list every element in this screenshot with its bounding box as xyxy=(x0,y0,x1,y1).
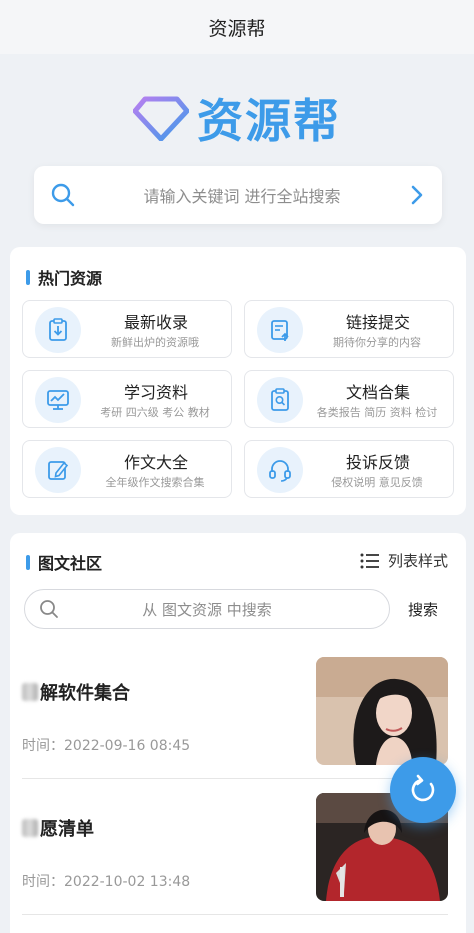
search-placeholder: 请输入关键词 进行全站搜索 xyxy=(143,187,341,206)
logo-text: 资源帮 xyxy=(197,94,341,148)
hot-item-essays[interactable]: 作文大全 全年级作文搜索合集 xyxy=(22,440,232,498)
chart-board-icon xyxy=(35,377,81,423)
hot-item-study[interactable]: 学习资料 考研 四六级 考公 教材 xyxy=(22,370,232,428)
search-icon xyxy=(51,183,75,207)
community-search-input[interactable]: 从 图文资源 中搜索 xyxy=(24,589,390,629)
list-icon xyxy=(360,553,379,568)
logo: 资源帮 xyxy=(0,86,474,150)
hot-item-feedback[interactable]: 投诉反馈 侵权说明 意见反馈 xyxy=(244,440,454,498)
title-accent-bar xyxy=(26,554,30,570)
hot-resources-card: 热门资源 最新收录 新鲜出炉的资源哦 链接提交 期待你分享的内容 学习资料 考研… xyxy=(10,247,466,515)
post-time: 时间：2022-10-02 13:48 xyxy=(22,874,191,890)
download-clipboard-icon xyxy=(35,307,81,353)
top-bar: 资源帮 xyxy=(0,0,474,54)
hot-resources-title: 热门资源 xyxy=(26,265,102,289)
hot-item-docs[interactable]: 文档合集 各类报告 简历 资料 检讨 xyxy=(244,370,454,428)
title-accent-bar xyxy=(26,269,30,285)
hot-item-submit-link[interactable]: 链接提交 期待你分享的内容 xyxy=(244,300,454,358)
refresh-icon xyxy=(411,774,435,802)
post-title: 解软件集合 xyxy=(22,679,130,705)
post-divider xyxy=(22,778,448,779)
blurred-text xyxy=(22,683,38,701)
page-title: 资源帮 xyxy=(208,17,266,40)
diamond-logo-icon xyxy=(133,96,189,141)
post-thumbnail xyxy=(316,657,448,765)
post-item[interactable]: 愿清单 时间：2022-10-02 13:48 xyxy=(22,793,448,903)
blurred-text xyxy=(22,819,38,837)
refresh-button[interactable] xyxy=(390,757,456,823)
list-style-label: 列表样式 xyxy=(387,552,448,570)
community-search-button[interactable]: 搜索 xyxy=(408,599,438,620)
post-title: 愿清单 xyxy=(22,815,94,841)
community-search-placeholder: 从 图文资源 中搜索 xyxy=(142,600,272,619)
search-document-icon xyxy=(257,377,303,423)
post-item[interactable]: 解软件集合 时间：2022-09-16 08:45 xyxy=(22,657,448,767)
search-icon xyxy=(40,600,58,618)
post-divider xyxy=(22,914,448,915)
chevron-right-icon[interactable] xyxy=(408,183,426,207)
global-search-bar[interactable]: 请输入关键词 进行全站搜索 xyxy=(34,166,442,224)
edit-icon xyxy=(35,447,81,493)
community-card: 图文社区 列表样式 从 图文资源 中搜索 搜索 解软件集合 时间：2022-09… xyxy=(10,533,466,933)
headset-icon xyxy=(257,447,303,493)
post-time: 时间：2022-09-16 08:45 xyxy=(22,738,191,754)
upload-document-icon xyxy=(257,307,303,353)
hot-item-latest[interactable]: 最新收录 新鲜出炉的资源哦 xyxy=(22,300,232,358)
community-title: 图文社区 xyxy=(26,550,102,574)
list-style-toggle[interactable]: 列表样式 xyxy=(360,550,448,571)
